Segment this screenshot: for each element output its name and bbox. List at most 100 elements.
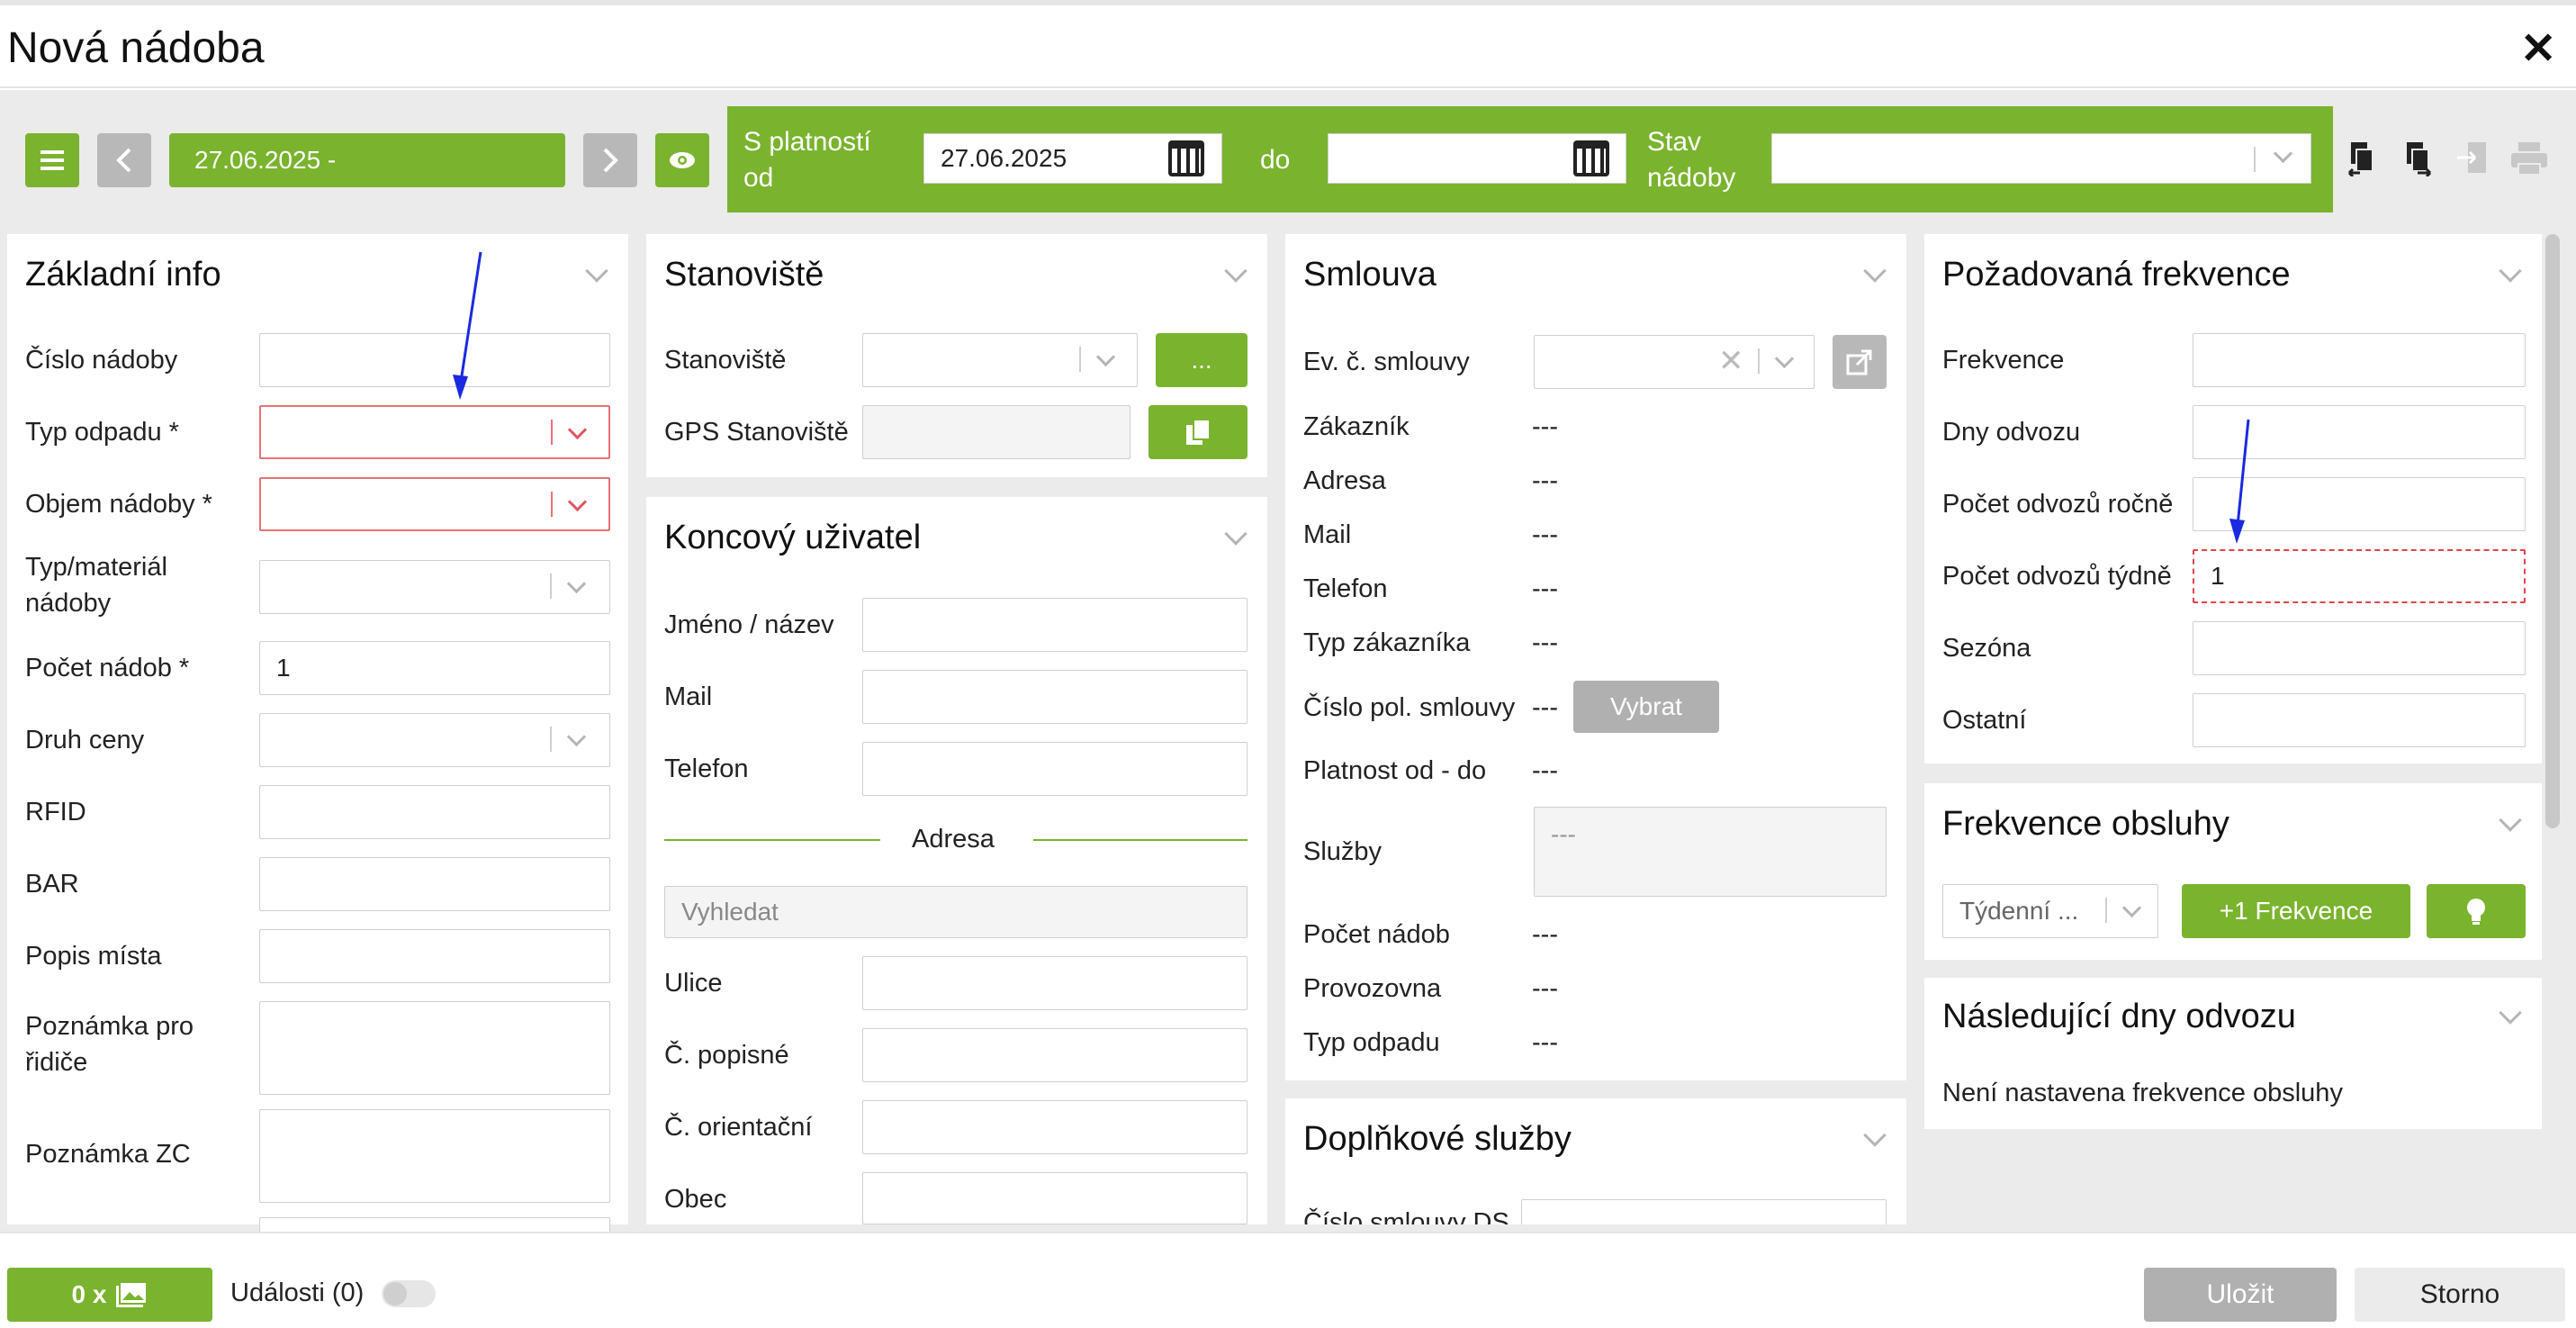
to-label: do	[1260, 145, 1291, 175]
import-icon[interactable]	[2457, 140, 2490, 176]
nasledujici-dny-panel: Následující dny odvozu Není nastavena fr…	[1924, 978, 2542, 1129]
divider-line	[1033, 839, 1247, 841]
menu-button[interactable]	[25, 133, 79, 187]
copy-right-icon[interactable]	[2403, 140, 2432, 176]
chevron-down-icon	[1095, 347, 1116, 367]
ev-smlouvy-select[interactable]: ✕	[1534, 335, 1815, 389]
typ-odpadu-select[interactable]	[259, 405, 610, 459]
close-icon[interactable]: ✕	[2520, 23, 2556, 74]
photos-button[interactable]: 0 x	[7, 1268, 212, 1322]
cancel-button[interactable]: Storno	[2355, 1268, 2565, 1322]
pocet-nadob-input[interactable]: 1	[259, 641, 610, 695]
field-label: Poznámka ZC	[25, 1140, 191, 1169]
adresa-divider-label: Adresa	[912, 825, 995, 854]
rfid-input[interactable]	[259, 785, 610, 839]
photos-count: 0 x	[71, 1280, 107, 1308]
calendar-icon[interactable]	[1573, 140, 1609, 176]
cislo-smlouvy-ds-input[interactable]	[1521, 1199, 1887, 1224]
chevron-down-icon[interactable]	[2499, 809, 2522, 832]
field-label: Jméno / název	[664, 610, 834, 639]
poznamka-zc-textarea[interactable]	[259, 1109, 610, 1203]
pocet-odvozu-rocne-input[interactable]	[2193, 477, 2526, 531]
typ-material-select[interactable]	[259, 560, 610, 614]
field-value: ---	[1532, 693, 1558, 722]
chevron-down-icon[interactable]	[2499, 1001, 2522, 1025]
objem-nadoby-select[interactable]	[259, 477, 610, 531]
telefon-input[interactable]	[862, 742, 1247, 796]
open-contract-button[interactable]	[1833, 335, 1887, 389]
chevron-down-icon[interactable]	[1863, 259, 1887, 283]
cislo-popisne-input[interactable]	[862, 1028, 1247, 1082]
events-toggle[interactable]	[382, 1280, 436, 1307]
ulice-input[interactable]	[862, 956, 1247, 1010]
field-value: ---	[1532, 412, 1558, 441]
pocet-odvozu-tydne-input[interactable]: 1	[2193, 549, 2526, 603]
mail-input[interactable]	[862, 670, 1247, 724]
chevron-down-icon[interactable]	[1224, 259, 1247, 283]
state-select[interactable]	[1771, 133, 2311, 184]
lightbulb-icon	[2467, 899, 2485, 925]
field-label: Poznámka pro řidiče	[25, 1012, 194, 1077]
image-icon	[116, 1281, 149, 1307]
preview-button[interactable]	[655, 133, 709, 187]
field-label: Druh ceny	[25, 726, 145, 754]
copy-icon	[1186, 419, 1211, 445]
panel-title: Frekvence obsluhy	[1942, 805, 2229, 843]
popis-mista-input[interactable]	[259, 929, 610, 983]
cislo-nadoby-input[interactable]	[259, 333, 610, 387]
field-label: Ulice	[664, 969, 723, 998]
vybrat-button[interactable]: Vybrat	[1573, 681, 1719, 733]
add-frequency-button[interactable]: +1 Frekvence	[2182, 884, 2410, 938]
bar-input[interactable]	[259, 857, 610, 911]
jmeno-input[interactable]	[862, 598, 1247, 652]
stanoviste-more-button[interactable]: ...	[1156, 333, 1247, 387]
suggest-button[interactable]	[2427, 884, 2526, 938]
zakladni-info-panel: Základní info Číslo nádoby Typ odpadu * …	[7, 234, 628, 1235]
frekvence-type-select[interactable]: Týdenní ...	[1942, 884, 2158, 938]
field-label: Č. orientační	[664, 1113, 813, 1142]
select-separator	[550, 727, 552, 752]
pozadovana-frekvence-panel: Požadovaná frekvence Frekvence Dny odvoz…	[1924, 234, 2542, 763]
obec-input[interactable]	[862, 1172, 1247, 1224]
chevron-down-icon[interactable]	[585, 259, 608, 283]
field-label: Provozovna	[1303, 974, 1442, 1003]
prev-date-button[interactable]	[97, 133, 151, 187]
field-label: RFID	[25, 798, 86, 827]
gps-input[interactable]	[862, 405, 1130, 459]
panel-title: Doplňkové služby	[1303, 1120, 1572, 1158]
save-button[interactable]: Uložit	[2144, 1268, 2337, 1322]
field-label: Typ zákazníka	[1303, 628, 1471, 657]
copy-left-icon[interactable]	[2347, 140, 2376, 176]
chevron-left-icon	[116, 148, 131, 173]
calendar-icon[interactable]	[1168, 140, 1204, 176]
stanoviste-select[interactable]	[862, 333, 1138, 387]
poznamka-ridic-textarea[interactable]	[259, 1001, 610, 1095]
clear-icon[interactable]: ✕	[1718, 343, 1744, 379]
select-separator	[550, 574, 552, 599]
frekvence-input[interactable]	[2193, 333, 2526, 387]
sezona-input[interactable]	[2193, 621, 2526, 675]
sluzby-box: ---	[1534, 807, 1887, 897]
address-search-input[interactable]: Vyhledat	[664, 886, 1247, 938]
field-value: ---	[1532, 920, 1558, 949]
chevron-down-icon[interactable]	[1863, 1124, 1887, 1147]
cislo-orientacni-input[interactable]	[862, 1100, 1247, 1154]
date-range-selector[interactable]: 27.06.2025 -	[169, 133, 565, 187]
eye-icon	[670, 152, 695, 168]
chevron-down-icon[interactable]	[2499, 259, 2522, 283]
copy-gps-button[interactable]	[1148, 405, 1247, 459]
frekvence-obsluhy-panel: Frekvence obsluhy Týdenní ... +1 Frekven…	[1924, 783, 2542, 960]
chevron-down-icon[interactable]	[1224, 522, 1247, 546]
chevron-down-icon	[566, 574, 587, 594]
panel-title: Smlouva	[1303, 256, 1437, 294]
dny-odvozu-input[interactable]	[2193, 405, 2526, 459]
ostatni-input[interactable]	[2193, 693, 2526, 747]
field-label: Mail	[1303, 520, 1352, 549]
hamburger-icon	[41, 150, 64, 170]
print-icon[interactable]	[2511, 142, 2547, 175]
druh-ceny-select[interactable]	[259, 713, 610, 767]
next-date-button[interactable]	[583, 133, 637, 187]
scrollbar-thumb[interactable]	[2545, 234, 2560, 828]
field-label: Typ odpadu	[1303, 1028, 1440, 1057]
doplnkove-sluzby-panel: Doplňkové služby Číslo smlouvy DS	[1285, 1098, 1906, 1224]
